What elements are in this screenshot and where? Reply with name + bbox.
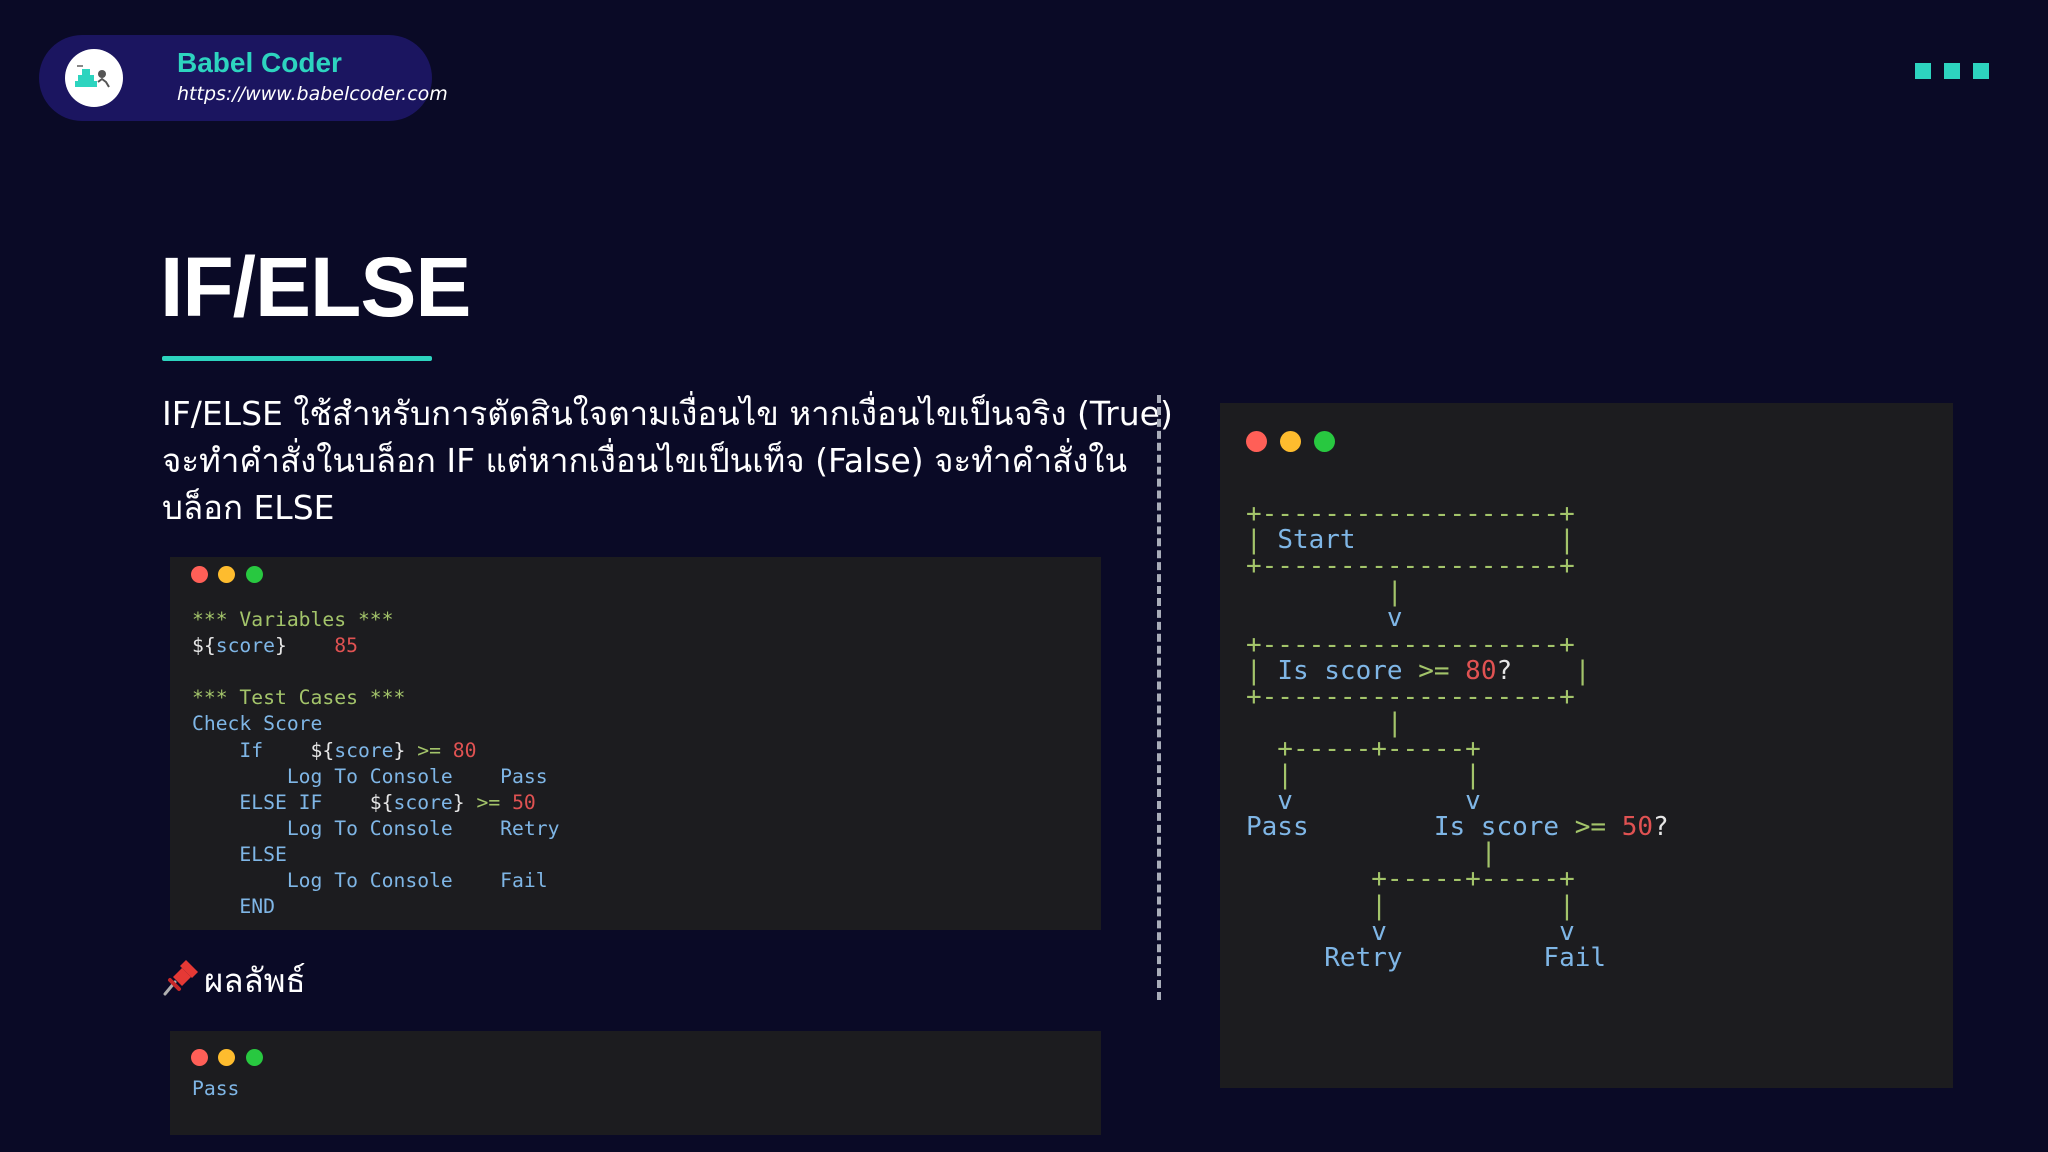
flowchart-line	[1246, 472, 1669, 498]
code-line: Log To Console Fail	[192, 868, 559, 894]
code-line-token: END	[192, 895, 275, 919]
code-line-token: Log To Console Pass	[192, 764, 548, 788]
flowchart-line: +-------------------+	[1246, 681, 1669, 712]
code-line-token: *** Test Cases ***	[192, 686, 406, 710]
page-title: IF/ELSE	[160, 240, 471, 334]
maximize-dot-icon	[246, 1049, 263, 1066]
flowchart-line: Retry Fail	[1246, 942, 1669, 973]
flowchart-line: | |	[1246, 890, 1669, 921]
code-line: ELSE	[192, 842, 559, 868]
code-line-token: ELSE	[192, 842, 287, 866]
description-line: บล็อก ELSE	[162, 488, 335, 527]
code-line-token: ${	[369, 790, 394, 814]
code-line-token: score	[215, 634, 275, 658]
output-line-token: Pass	[192, 1077, 240, 1101]
brand-name: Babel Coder	[177, 47, 342, 78]
flowchart-line: +-------------------+	[1246, 550, 1669, 581]
code-line-token: 50	[512, 790, 536, 814]
code-line: Log To Console Pass	[192, 764, 559, 790]
flowchart-line: Pass Is score >= 50?	[1246, 811, 1669, 842]
flowchart-diagram: +-------------------+ | Start | +---------…	[1246, 472, 1669, 973]
output-block: Pass	[192, 1050, 239, 1102]
code-window: *** Variables *** ${score} 85 *** Test Cas…	[170, 557, 1101, 930]
code-line-token: Check Score	[192, 712, 323, 736]
code-line-token: Log To Console Retry	[192, 816, 560, 840]
flowchart-line: +-----+-----+	[1246, 733, 1669, 764]
code-line-token: Log To Console Fail	[192, 869, 548, 893]
description-line: IF/ELSE ใช้สำหรับการตัดสินใจตามเงื่อนไข …	[162, 394, 1173, 433]
output-line: Pass	[192, 1076, 239, 1102]
code-line-token: If	[192, 738, 311, 762]
code-line-token: }	[274, 634, 287, 658]
flowchart-line-token: >=	[1574, 812, 1607, 843]
babel-coder-logo-icon	[65, 49, 123, 107]
code-line-token: }	[452, 790, 465, 814]
flowchart-line: v v	[1246, 785, 1669, 816]
code-line: If ${score} >= 80	[192, 738, 559, 764]
code-line-token: }	[393, 738, 406, 762]
code-line: END	[192, 894, 559, 920]
flowchart-line: | Is score >= 80? |	[1246, 655, 1669, 686]
flowchart-line-token: 50	[1621, 812, 1654, 843]
code-line-token: ELSE IF	[192, 790, 370, 814]
code-line: Log To Console Retry	[192, 816, 560, 842]
code-line-token: score	[393, 790, 453, 814]
code-line: Check Score	[192, 711, 559, 737]
flowchart-line-token: ?	[1653, 812, 1669, 843]
code-line: ELSE IF ${score} >= 50	[192, 790, 559, 816]
brand-badge[interactable]: Babel Coder https://www.babelcoder.com	[39, 35, 448, 121]
code-line-token: *** Variables ***	[192, 608, 394, 632]
flowchart-line-token	[1606, 812, 1622, 842]
code-line: *** Variables ***	[192, 607, 559, 633]
brand-url[interactable]: https://www.babelcoder.com	[177, 83, 448, 105]
code-line-token	[287, 634, 334, 657]
close-dot-icon	[1246, 431, 1267, 452]
flowchart-line: | Start |	[1246, 524, 1669, 555]
result-heading-label: ผลลัพธ์	[204, 961, 306, 1000]
three-squares-menu-icon	[1915, 63, 1989, 79]
code-line-token: ${	[192, 634, 216, 658]
code-block: *** Variables *** ${score} 85 *** Test Cas…	[192, 581, 559, 920]
output-window: Pass	[170, 1031, 1101, 1135]
code-line-token: score	[334, 738, 394, 762]
vertical-separator	[1157, 395, 1161, 1000]
maximize-dot-icon	[1314, 431, 1335, 452]
result-heading: ผลลัพธ์	[160, 954, 306, 1007]
flowchart-line: v	[1246, 602, 1669, 633]
description: IF/ELSE ใช้สำหรับการตัดสินใจตามเงื่อนไข …	[162, 390, 1173, 531]
code-line-token: 80	[452, 738, 477, 762]
flowchart-line: +-----+-----+	[1246, 863, 1669, 894]
code-line-token: ${	[310, 738, 335, 762]
code-line-token: 85	[334, 634, 358, 658]
description-line: จะทำคำสั่งในบล็อก IF แต่หากเงื่อนไขเป็นเ…	[162, 441, 1128, 480]
code-line-token: >=	[464, 790, 513, 814]
flowchart-line: +-------------------+	[1246, 498, 1669, 529]
code-line-token: >=	[405, 738, 453, 762]
minimize-dot-icon	[1280, 431, 1301, 452]
flowchart-line: +-------------------+	[1246, 629, 1669, 660]
title-underline	[162, 356, 432, 361]
flowchart-line: v v	[1246, 916, 1669, 947]
code-line: *** Test Cases ***	[192, 685, 559, 711]
code-line: ${score} 85	[192, 633, 559, 659]
flowchart-line: | |	[1246, 759, 1669, 790]
pushpin-icon	[160, 960, 198, 998]
flowchart-window: +-------------------+ | Start | +---------…	[1220, 403, 1953, 1088]
flowchart-line-token: Retry Fail	[1246, 942, 1607, 973]
